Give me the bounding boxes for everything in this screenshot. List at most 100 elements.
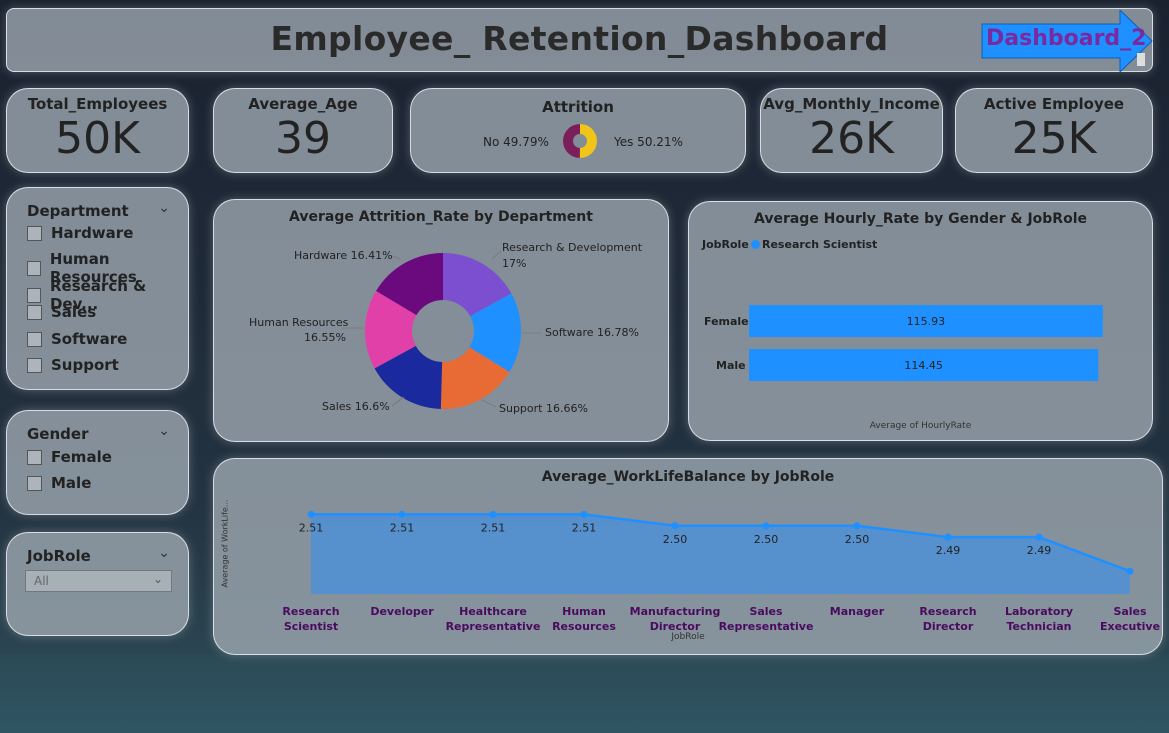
bar-value-label: 114.45 [904,359,943,372]
checkbox[interactable] [27,225,42,241]
dashboard-2-label: Dashboard_2 [986,26,1147,51]
department-slicer: Department ⌄ Hardware Human Resources Re… [6,187,189,390]
kpi-active-employee-value: 25K [1011,113,1097,164]
kpi-total-employees: Total_Employees 50K [6,88,189,173]
data-point[interactable] [853,522,861,530]
kpi-avg-monthly-income-label: Avg_Monthly_Income [763,95,940,113]
data-label: 2.49 [1027,544,1052,557]
label-software: Software 16.78% [545,326,639,339]
data-label: 2.50 [754,533,779,546]
x-tick-label: Research [919,605,976,618]
option-label: Male [51,474,92,492]
x-tick-label: Research [282,605,339,618]
checkbox[interactable] [27,475,42,491]
data-label: 2.51 [572,521,597,534]
option-label: Hardware [51,224,134,242]
x-tick-label: Healthcare [459,605,527,618]
x-tick-label: Developer [370,605,434,618]
label-sales: Sales 16.6% [322,400,390,413]
x-tick-label: Sales [1113,605,1147,618]
hourly-rate-bars: 115.93 114.45 [749,305,1103,381]
kpi-average-age-value: 39 [275,113,331,164]
gender-option-female[interactable]: Female [27,448,112,466]
x-axis-title: JobRole [671,632,705,642]
attrition-by-department-card: Average Attrition_Rate by Department Har… [213,199,669,442]
option-label: Female [51,448,112,466]
x-axis-label: Average of HourlyRate [869,421,972,431]
label-research-development-pct: 17% [502,257,527,270]
option-label: Support [51,356,119,374]
data-point[interactable] [1126,567,1134,575]
x-tick-label: Manager [830,605,885,618]
jobrole-slicer-title: JobRole [27,547,91,565]
data-point[interactable] [762,522,770,530]
data-label: 2.49 [936,544,961,557]
kpi-avg-monthly-income-value: 26K [809,113,894,164]
kpi-active-employee-label: Active Employee [983,95,1125,113]
data-point[interactable] [307,510,315,518]
kpi-total-employees-label: Total_Employees [27,95,168,113]
background-band [0,655,1169,733]
x-tick-label: Human [562,605,606,618]
data-label: 2.51 [299,521,324,534]
hourly-rate-card: Average Hourly_Rate by Gender & JobRole … [688,201,1153,441]
kpi-average-age-label: Average_Age [248,95,358,113]
gender-slicer: Gender ⌄ Female Male [6,410,189,515]
data-point[interactable] [580,510,588,518]
label-human-resources-pct: 16.55% [304,331,346,344]
dashboard-2-button[interactable]: Dashboard_2 [980,8,1155,74]
department-option-support[interactable]: Support [27,356,119,374]
data-point[interactable] [671,522,679,530]
kpi-average-age: Average_Age 39 [213,88,393,173]
label-research-development: Research & Development [502,241,643,254]
checkbox[interactable] [27,449,42,465]
gender-slicer-title: Gender [27,425,89,443]
kpi-active-employee: Active Employee 25K [955,88,1153,173]
data-label: 2.50 [663,533,688,546]
checkbox[interactable] [27,260,41,276]
kpi-attrition-label: Attrition [542,98,614,116]
data-point[interactable] [489,510,497,518]
attrition-donut [563,124,597,158]
chevron-down-icon[interactable]: ⌄ [158,545,170,561]
label-hardware: Hardware 16.41% [294,249,393,262]
attrition-yes-label: Yes 50.21% [614,135,683,149]
department-option-hardware[interactable]: Hardware [27,224,133,242]
gender-option-male[interactable]: Male [27,474,91,492]
label-human-resources: Human Resources [249,316,349,329]
kpi-total-employees-value: 50K [55,113,140,164]
x-tick-label: Laboratory [1005,605,1073,618]
data-label: 2.51 [481,521,506,534]
department-option-sales[interactable]: Sales [27,303,96,321]
data-point[interactable] [398,510,406,518]
jobrole-dropdown[interactable]: All ⌄ [25,570,172,592]
x-tick-label: Manufacturing [630,605,721,618]
department-slicer-title: Department [27,202,129,220]
option-label: Software [51,330,128,348]
department-option-software[interactable]: Software [27,330,127,348]
data-point[interactable] [944,533,952,541]
checkbox[interactable] [27,357,42,373]
option-label: Sales [51,303,97,321]
chevron-down-icon[interactable]: ⌄ [158,423,170,439]
chevron-down-icon[interactable]: ⌄ [158,200,170,216]
x-tick-label: Sales [749,605,783,618]
data-label: 2.51 [390,521,415,534]
data-label: 2.50 [845,533,870,546]
bar-value-label: 115.93 [907,315,946,328]
checkbox[interactable] [27,331,42,347]
jobrole-selected-value: All [34,574,49,588]
attrition-yes-slice[interactable] [579,124,597,158]
chevron-down-icon: ⌄ [152,572,163,586]
data-point[interactable] [1035,533,1043,541]
kpi-attrition: Attrition No 49.79% Yes 50.21% [410,88,746,173]
jobrole-slicer: JobRole ⌄ All ⌄ [6,532,189,636]
kpi-avg-monthly-income: Avg_Monthly_Income 26K [760,88,943,173]
worklife-area-chart: 2.51ResearchScientist2.51Developer2.51He… [282,510,1160,633]
checkbox[interactable] [27,304,42,320]
label-support: Support 16.66% [499,402,588,415]
checkbox[interactable] [27,287,41,303]
worklife-balance-card: Average_WorkLifeBalance by JobRole Avera… [213,458,1163,655]
attrition-no-label: No 49.79% [483,135,549,149]
attrition-no-slice[interactable] [563,124,580,158]
